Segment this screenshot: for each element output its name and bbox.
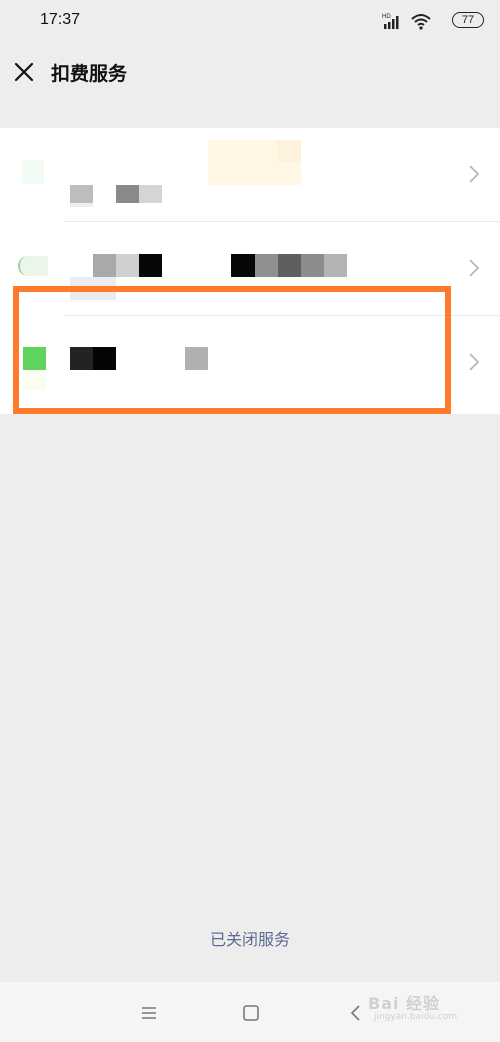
wifi-icon (411, 14, 431, 30)
status-bar: 17:37 HD 77 (0, 0, 500, 44)
home-icon[interactable] (240, 1002, 262, 1024)
pixelated-block (70, 277, 116, 300)
pixelated-block (139, 254, 162, 277)
service-icon (18, 256, 48, 276)
menu-icon[interactable] (138, 1002, 160, 1024)
closed-services-link[interactable]: 已关闭服务 (0, 926, 500, 950)
pixelated-block (139, 185, 162, 203)
title-bar: 扣费服务 (0, 44, 500, 102)
service-list (0, 128, 500, 414)
pixelated-block (301, 254, 324, 277)
hd-signal-icon: HD (382, 14, 399, 29)
pixelated-block (23, 370, 46, 390)
pixelated-block (93, 347, 116, 370)
chevron-right-icon (469, 165, 480, 183)
svg-text:HD: HD (382, 14, 391, 20)
watermark-sub: jingyan.baidu.com (374, 1012, 458, 1022)
pixelated-block (277, 140, 301, 162)
pixelated-block (255, 254, 278, 277)
chevron-right-icon (469, 353, 480, 371)
service-item-highlighted[interactable] (0, 316, 500, 410)
close-icon[interactable] (13, 61, 35, 83)
battery-icon: 77 (452, 12, 484, 28)
status-time: 17:37 (40, 11, 81, 28)
pixelated-block (70, 347, 93, 370)
pixelated-block (278, 254, 301, 277)
chevron-right-icon (469, 259, 480, 277)
pixelated-block (70, 185, 93, 203)
service-item[interactable] (0, 222, 500, 316)
service-item[interactable] (0, 128, 500, 222)
pixelated-block (93, 254, 116, 277)
baidu-jingyan-watermark: Bai 经验 jingyan.baidu.com (368, 988, 478, 1028)
pixelated-block (324, 254, 347, 277)
pixelated-block (116, 185, 139, 203)
back-icon[interactable] (345, 1002, 367, 1024)
service-icon (23, 347, 46, 370)
pixelated-block (185, 347, 208, 370)
status-icons: HD 77 (374, 10, 484, 32)
page-title: 扣费服务 (51, 63, 128, 85)
service-icon (22, 160, 44, 184)
pixelated-block (231, 254, 255, 277)
watermark-main: Bai 经验 (368, 994, 441, 1013)
pixelated-block (116, 254, 139, 277)
pixelated-block (70, 203, 93, 207)
